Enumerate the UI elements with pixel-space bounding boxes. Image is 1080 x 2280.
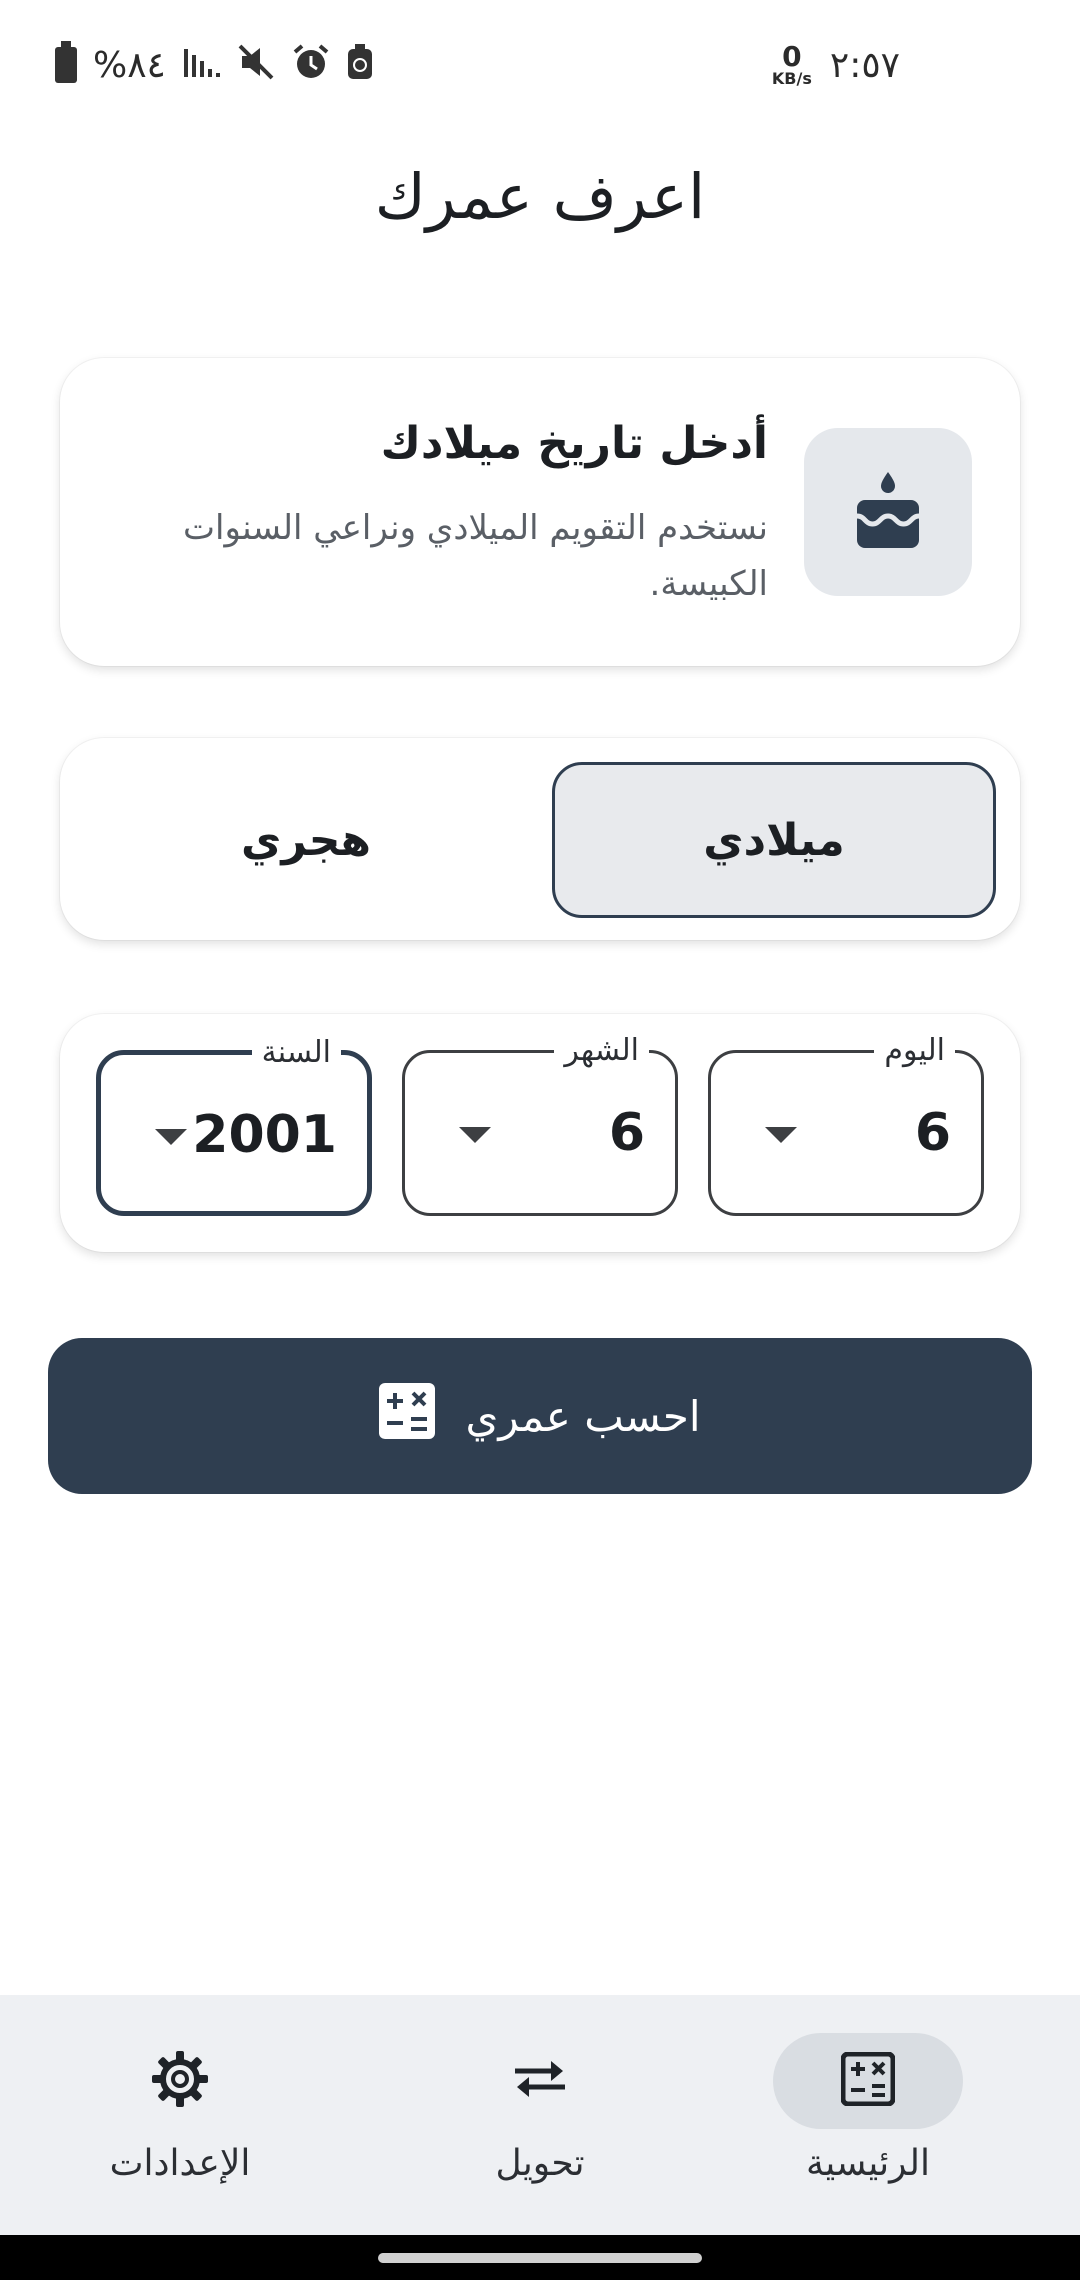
gregorian-option[interactable]: ميلادي — [552, 762, 996, 918]
nav-convert-indicator — [445, 2033, 635, 2129]
nav-item-home[interactable]: الرئيسية — [748, 2033, 988, 2203]
year-label: السنة — [251, 1031, 341, 1075]
nav-item-convert[interactable]: تحويل — [420, 2033, 660, 2203]
day-value: 6 — [914, 1103, 951, 1163]
status-bar: %٨٤ 0 KB/s ٢:٥٧ — [0, 0, 1080, 130]
dropdown-arrow-icon — [155, 1129, 187, 1145]
cake-icon-tile — [804, 428, 972, 596]
calculator-icon — [840, 2051, 896, 2110]
year-dropdown[interactable]: السنة 2001 — [96, 1031, 372, 1216]
alarm-icon — [292, 43, 330, 87]
clock: ٢:٥٧ — [829, 44, 900, 86]
swap-arrows-icon — [511, 2055, 569, 2107]
page-title: اعرف عمرك — [374, 160, 706, 233]
calculate-age-button[interactable]: احسب عمري — [48, 1338, 1032, 1494]
signal-icon — [182, 45, 222, 85]
birthdate-info-card: أدخل تاريخ ميلادك نستخدم التقويم الميلاد… — [60, 358, 1020, 666]
month-value: 6 — [608, 1103, 645, 1163]
status-bar-right: 0 KB/s ٢:٥٧ — [772, 43, 900, 87]
home-gesture-handle[interactable] — [378, 2253, 702, 2263]
app-screen: %٨٤ 0 KB/s ٢:٥٧ اعرف عمرك أدخل تاريخ ميل… — [0, 0, 1080, 2280]
nav-settings-indicator — [85, 2033, 275, 2129]
month-label: الشهر — [554, 1029, 649, 1073]
recycle-icon — [346, 43, 374, 87]
dropdown-arrow-icon — [459, 1127, 491, 1143]
info-card-title: أدخل تاريخ ميلادك — [380, 418, 768, 469]
day-dropdown[interactable]: اليوم 6 — [708, 1029, 984, 1216]
dropdown-arrow-icon — [765, 1127, 797, 1143]
network-speed: 0 KB/s — [771, 40, 812, 88]
battery-percent: %٨٤ — [93, 44, 166, 86]
gear-icon — [150, 2049, 210, 2113]
mute-icon — [238, 44, 276, 86]
status-bar-left: %٨٤ — [55, 41, 374, 87]
nav-label-settings: الإعدادات — [109, 2143, 251, 2184]
year-value: 2001 — [192, 1105, 337, 1165]
month-dropdown[interactable]: الشهر 6 — [402, 1029, 678, 1216]
date-input-card: اليوم 6 الشهر 6 السنة 2001 — [60, 1014, 1020, 1252]
calculator-icon — [379, 1383, 436, 1449]
battery-icon — [55, 41, 77, 83]
cake-icon — [855, 470, 921, 554]
nav-home-indicator — [773, 2033, 963, 2129]
info-card-description: نستخدم التقويم الميلادي ونراعي السنوات ا… — [183, 508, 768, 604]
calculate-button-label: احسب عمري — [465, 1391, 701, 1441]
nav-label-home: الرئيسية — [806, 2143, 930, 2184]
nav-label-convert: تحويل — [495, 2143, 585, 2184]
day-label: اليوم — [874, 1029, 955, 1073]
bottom-navigation: الرئيسية تحويل الإعدادات — [0, 1995, 1080, 2235]
hijri-option[interactable]: هجري — [84, 762, 528, 918]
system-gesture-bar — [0, 2235, 1080, 2280]
calendar-type-toggle: ميلادي هجري — [60, 738, 1020, 940]
nav-item-settings[interactable]: الإعدادات — [60, 2033, 300, 2203]
